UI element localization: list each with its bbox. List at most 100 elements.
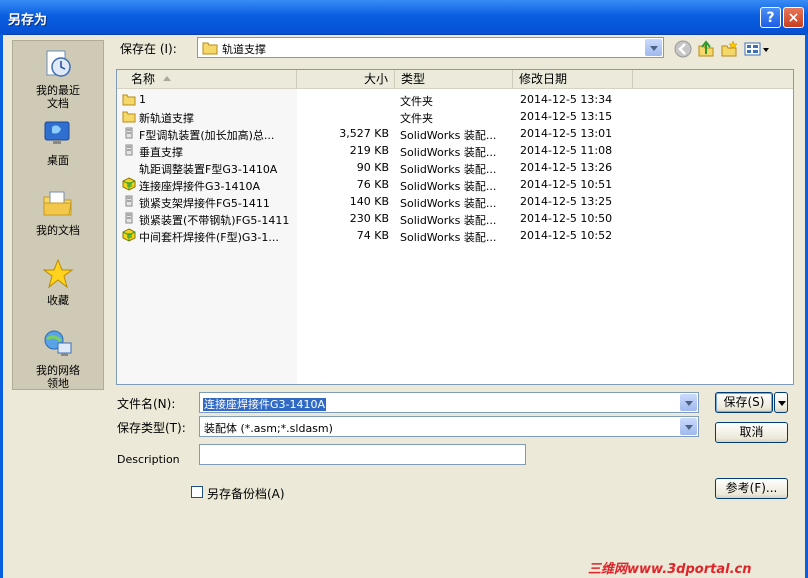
favorites-star-icon: [42, 258, 74, 289]
filetype-dropdown[interactable]: 装配体 (*.asm;*.sldasm): [199, 416, 699, 437]
place-label-network: 我的网络 领地: [36, 364, 80, 390]
file-size: 219 KB: [349, 144, 389, 157]
column-modified-label: 修改日期: [519, 72, 568, 86]
file-modified: 2014-12-5 10:50: [520, 212, 613, 225]
filetype-value: 装配体 (*.asm;*.sldasm): [204, 422, 333, 435]
assembly-file-icon: [122, 177, 136, 191]
filename-value: 连接座焊接件G3-1410A: [203, 398, 327, 411]
file-type: SolidWorks 装配...: [400, 197, 497, 210]
file-type: SolidWorks 装配...: [400, 214, 497, 227]
place-label-recent: 我的最近 文档: [36, 84, 80, 110]
window-frame-left: [0, 34, 3, 578]
file-name: 中间套杆焊接件(F型)G3-1...: [139, 231, 279, 244]
help-button[interactable]: ?: [760, 7, 781, 28]
part-file-icon: [125, 212, 133, 224]
file-name: 垂直支撑: [139, 146, 183, 159]
file-row[interactable]: 连接座焊接件G3-1410A 76 KB SolidWorks 装配... 2014-…: [117, 176, 793, 193]
file-name: 1: [139, 93, 146, 106]
recent-documents-icon: [46, 50, 71, 77]
back-icon[interactable]: [674, 40, 692, 58]
title-bar[interactable]: 另存为 ? ×: [0, 0, 808, 35]
desktop-icon: [44, 121, 70, 144]
backup-checkbox[interactable]: [191, 486, 203, 498]
file-list[interactable]: 名称 大小 类型 修改日期 1 文件夹 2014-12-5 13:34 新轨道支撑 文件…: [116, 69, 794, 385]
file-row[interactable]: 新轨道支撑 文件夹 2014-12-5 13:15: [117, 108, 793, 125]
my-documents-icon: [43, 191, 72, 216]
chevron-down-icon[interactable]: [680, 418, 697, 435]
column-header-type[interactable]: 类型: [395, 70, 513, 88]
description-label: Description: [117, 453, 180, 466]
file-row[interactable]: 锁紧支架焊接件FG5-1411 140 KB SolidWorks 装配... 201…: [117, 193, 793, 210]
file-modified: 2014-12-5 10:52: [520, 229, 613, 242]
cancel-button-label: 取消: [739, 425, 764, 439]
file-size: 76 KB: [356, 178, 389, 191]
close-button[interactable]: ×: [783, 7, 804, 28]
up-folder-icon[interactable]: [697, 40, 715, 58]
assembly-file-icon: [122, 228, 136, 242]
file-type: SolidWorks 装配...: [400, 231, 497, 244]
place-favorites[interactable]: 收藏: [13, 257, 103, 307]
place-label-favorites: 收藏: [47, 294, 69, 307]
save-options-dropdown-button[interactable]: [774, 392, 788, 413]
view-menu-icon[interactable]: [744, 40, 770, 58]
filename-label: 文件名(N):: [117, 397, 176, 411]
backup-label[interactable]: 另存备份档(A): [207, 485, 285, 502]
column-size-label: 大小: [363, 72, 388, 86]
file-row[interactable]: F型调轨装置(加长加高)总... 3,527 KB SolidWorks 装配...…: [117, 125, 793, 142]
column-header-name[interactable]: 名称: [117, 70, 297, 88]
window-title: 另存为: [8, 13, 48, 28]
save-button[interactable]: 保存(S): [715, 392, 773, 413]
file-row[interactable]: 中间套杆焊接件(F型)G3-1... 74 KB SolidWorks 装配... 2…: [117, 227, 793, 244]
place-my-documents[interactable]: 我的文档: [13, 187, 103, 237]
file-size: 3,527 KB: [339, 127, 389, 140]
file-name: 锁紧装置(不带钢轨)FG5-1411: [139, 214, 290, 227]
save-button-label: 保存(S): [723, 395, 765, 409]
place-desktop[interactable]: 桌面: [13, 117, 103, 167]
cancel-button[interactable]: 取消: [715, 422, 788, 443]
file-type: SolidWorks 装配...: [400, 163, 497, 176]
place-network[interactable]: 我的网络 领地: [13, 327, 103, 390]
file-type: SolidWorks 装配...: [400, 129, 497, 142]
folder-icon: [202, 42, 218, 55]
description-input[interactable]: [199, 444, 526, 465]
chevron-down-icon[interactable]: [680, 394, 697, 411]
network-places-icon: [44, 330, 72, 356]
column-header-modified[interactable]: 修改日期: [513, 70, 633, 88]
file-row[interactable]: 轨距调整装置F型G3-1410A 90 KB SolidWorks 装配... 201…: [117, 159, 793, 176]
file-size: 74 KB: [356, 229, 389, 242]
file-name: 锁紧支架焊接件FG5-1411: [139, 197, 270, 210]
file-modified: 2014-12-5 13:34: [520, 93, 613, 106]
save-in-label: 保存在 (I):: [120, 42, 177, 56]
part-file-icon: [125, 144, 133, 156]
reference-button-label: 参考(F)...: [725, 481, 778, 495]
file-modified: 2014-12-5 13:15: [520, 110, 613, 123]
part-file-icon: [125, 127, 133, 139]
file-list-header: 名称 大小 类型 修改日期: [117, 70, 793, 89]
folder-icon: [122, 111, 136, 123]
save-in-value: 轨道支撑: [222, 43, 266, 56]
save-in-dropdown[interactable]: 轨道支撑: [197, 37, 664, 58]
chevron-down-icon[interactable]: [645, 39, 662, 56]
folder-icon: [122, 94, 136, 106]
place-label-documents: 我的文档: [36, 224, 80, 237]
column-header-size[interactable]: 大小: [297, 70, 395, 88]
place-recent-documents[interactable]: 我的最近 文档: [13, 47, 103, 110]
column-type-label: 类型: [401, 72, 426, 86]
file-size: 140 KB: [349, 195, 389, 208]
file-name: 新轨道支撑: [139, 112, 194, 125]
file-type: 文件夹: [400, 112, 433, 125]
filename-input[interactable]: 连接座焊接件G3-1410A: [199, 392, 699, 413]
file-row[interactable]: 锁紧装置(不带钢轨)FG5-1411 230 KB SolidWorks 装配...…: [117, 210, 793, 227]
file-row[interactable]: 垂直支撑 219 KB SolidWorks 装配... 2014-12-5 11:0…: [117, 142, 793, 159]
new-folder-icon[interactable]: [720, 40, 738, 58]
file-type: SolidWorks 装配...: [400, 180, 497, 193]
file-icon: [122, 160, 136, 174]
reference-button[interactable]: 参考(F)...: [715, 478, 788, 499]
file-name: 轨距调整装置F型G3-1410A: [139, 163, 278, 176]
file-modified: 2014-12-5 13:26: [520, 161, 613, 174]
file-modified: 2014-12-5 10:51: [520, 178, 613, 191]
file-row[interactable]: 1 文件夹 2014-12-5 13:34: [117, 91, 793, 108]
file-type: SolidWorks 装配...: [400, 146, 497, 159]
file-modified: 2014-12-5 11:08: [520, 144, 613, 157]
file-size: 90 KB: [356, 161, 389, 174]
